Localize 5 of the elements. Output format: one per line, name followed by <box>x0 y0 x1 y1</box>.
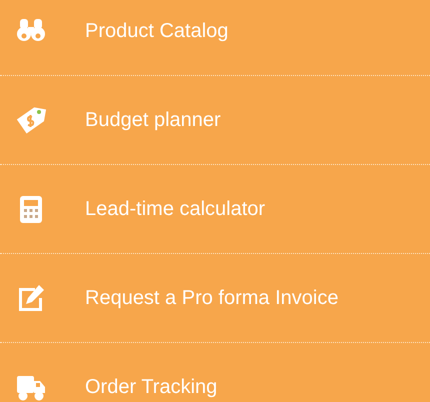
menu-item[interactable]: Request a Pro forma Invoice <box>85 286 338 310</box>
menu-item[interactable]: Lead-time calculator <box>85 198 266 220</box>
menu-item[interactable]: Order Tracking <box>85 376 218 398</box>
menu-item[interactable]: Budget planner <box>85 108 221 132</box>
menu-item[interactable]: Product Catalog <box>85 20 228 42</box>
